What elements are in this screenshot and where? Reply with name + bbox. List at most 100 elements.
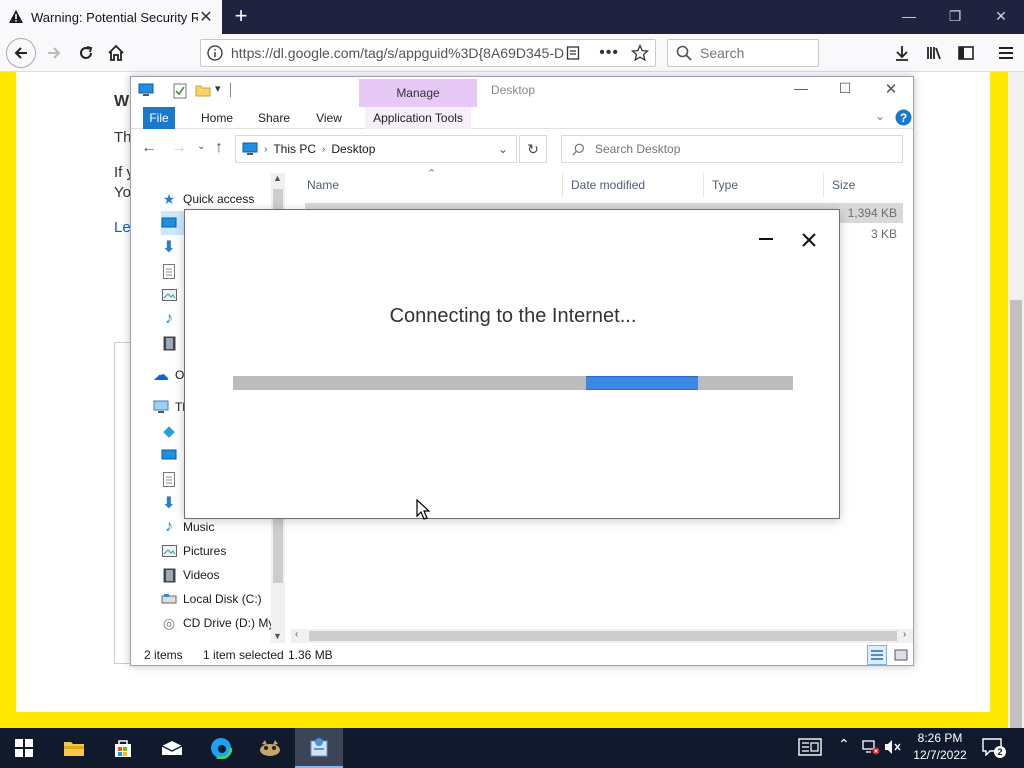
recent-locations-icon[interactable]: ⌄ — [197, 141, 205, 152]
film-icon — [161, 335, 177, 351]
nav-local-disk-label: Local Disk (C:) — [183, 592, 262, 606]
close-window-icon[interactable]: ✕ — [986, 5, 1016, 27]
expand-ribbon-icon[interactable]: ⌄ — [875, 109, 885, 123]
taskbar-mail[interactable] — [148, 728, 196, 768]
new-tab-icon[interactable]: + — [230, 4, 252, 30]
browser-nav-bar: https://dl.google.com/tag/s/appguid%3D{8… — [0, 34, 1024, 72]
explorer-back-icon[interactable]: ← — [141, 139, 157, 157]
reader-view-icon[interactable] — [565, 45, 581, 61]
explorer-close-icon[interactable]: ✕ — [881, 80, 901, 100]
taskbar-app-cat[interactable] — [246, 728, 294, 768]
dialog-close-icon[interactable] — [801, 232, 817, 248]
properties-icon[interactable] — [173, 83, 187, 99]
volume-muted-icon[interactable] — [884, 739, 902, 758]
cd-drive-icon: ◎ — [162, 614, 176, 631]
browser-tab[interactable]: Warning: Potential Security Risk Ahead ✕ — [0, 0, 222, 34]
help-icon[interactable]: ? — [895, 109, 912, 126]
taskbar-clock[interactable]: 8:26 PM 12/7/2022 — [908, 730, 972, 766]
explorer-search-input[interactable] — [595, 142, 875, 156]
ribbon-tab-view[interactable]: View — [309, 107, 349, 129]
reload-icon — [80, 46, 93, 59]
breadcrumb-desktop[interactable]: Desktop — [331, 142, 375, 156]
url-bar[interactable]: https://dl.google.com/tag/s/appguid%3D{8… — [200, 39, 656, 67]
dialog-status-message: Connecting to the Internet... — [389, 305, 637, 327]
explorer-forward-icon[interactable]: → — [171, 139, 187, 157]
close-tab-icon[interactable]: ✕ — [198, 7, 214, 27]
taskbar-edge[interactable] — [197, 728, 245, 768]
url-text[interactable]: https://dl.google.com/tag/s/appguid%3D{8… — [223, 45, 565, 61]
scroll-left-icon[interactable]: ‹ — [295, 629, 298, 640]
learn-more-link[interactable]: Le — [114, 219, 131, 236]
large-icons-view-button[interactable] — [891, 645, 911, 665]
bookmark-star-icon[interactable] — [631, 44, 649, 62]
show-hidden-icons-icon[interactable]: ⌃ — [838, 736, 850, 753]
scroll-up-icon[interactable]: ▲ — [273, 173, 282, 183]
explorer-minimize-icon[interactable]: — — [791, 80, 811, 100]
refresh-button[interactable]: ↻ — [519, 135, 547, 163]
minimize-icon[interactable]: — — [894, 5, 924, 27]
downloads-button[interactable] — [888, 39, 916, 67]
explorer-title-bar: ▾ Manage Desktop — ☐ ✕ — [131, 77, 913, 107]
start-button[interactable] — [0, 728, 48, 768]
new-folder-icon[interactable] — [195, 83, 211, 97]
film-icon — [161, 567, 177, 583]
column-type[interactable]: Type — [704, 173, 824, 197]
page-actions-icon[interactable]: ••• — [599, 44, 619, 62]
network-icon[interactable] — [862, 739, 880, 758]
ribbon-tab-application-tools[interactable]: Application Tools — [365, 107, 471, 129]
clock-time: 8:26 PM — [917, 731, 963, 745]
back-button[interactable] — [6, 38, 36, 68]
scroll-down-icon[interactable]: ▼ — [273, 631, 282, 641]
scroll-right-icon[interactable]: › — [903, 629, 906, 640]
search-icon — [676, 45, 692, 61]
address-dropdown-icon[interactable]: ⌄ — [498, 142, 508, 156]
taskbar-installer-active[interactable] — [295, 728, 343, 768]
breadcrumb-this-pc[interactable]: This PC — [273, 142, 316, 156]
ribbon-tab-file[interactable]: File — [143, 107, 175, 129]
address-bar[interactable]: › This PC › Desktop ⌄ — [235, 135, 517, 163]
desktop-icon — [161, 447, 177, 463]
details-view-button[interactable] — [867, 645, 887, 665]
taskbar-store[interactable] — [99, 728, 147, 768]
refresh-icon: ↻ — [527, 140, 539, 157]
reload-button[interactable] — [72, 39, 100, 67]
menu-button[interactable] — [992, 39, 1020, 67]
manage-contextual-tab[interactable]: Manage — [359, 79, 477, 107]
music-note-icon: ♪ — [165, 518, 173, 535]
sort-ascending-icon: ⌃ — [427, 168, 437, 180]
up-folder-icon[interactable]: ↑ — [215, 139, 223, 157]
forward-arrow-icon — [48, 47, 61, 59]
download-icon — [896, 46, 908, 61]
horizontal-scrollbar-thumb[interactable] — [309, 631, 897, 641]
browser-search-box[interactable] — [667, 39, 819, 67]
sidebar-button[interactable] — [952, 39, 980, 67]
notifications-button[interactable]: 2 — [982, 738, 1006, 758]
document-icon — [161, 263, 177, 279]
info-icon[interactable] — [207, 45, 223, 61]
ribbon-tab-home[interactable]: Home — [195, 107, 239, 129]
installer-icon — [310, 738, 328, 757]
action-center-news-icon[interactable] — [798, 738, 822, 759]
column-date-modified[interactable]: Date modified — [563, 173, 704, 197]
column-size[interactable]: Size — [824, 173, 904, 197]
dialog-minimize-button[interactable] — [755, 238, 777, 242]
explorer-status-bar: 2 items 1 item selected 1.36 MB — [131, 645, 913, 665]
browser-search-input[interactable] — [700, 45, 810, 61]
file-list-horizontal-scrollbar[interactable]: ‹ › — [291, 629, 913, 643]
cloud-icon: ☁ — [153, 367, 169, 384]
explorer-search-box[interactable] — [561, 135, 903, 163]
quick-access-toolbar-dropdown-icon[interactable]: ▾ — [215, 82, 221, 95]
explorer-maximize-icon[interactable]: ☐ — [835, 80, 855, 100]
cat-app-icon — [260, 740, 280, 756]
pictures-icon — [161, 287, 177, 303]
this-pc-icon — [138, 83, 154, 96]
restore-icon[interactable]: ❐ — [940, 5, 970, 27]
library-button[interactable] — [920, 39, 948, 67]
ribbon-tab-share[interactable]: Share — [253, 107, 295, 129]
page-scrollbar[interactable] — [1008, 72, 1024, 768]
taskbar-file-explorer[interactable] — [50, 728, 98, 768]
home-button[interactable] — [102, 39, 130, 67]
page-scrollbar-thumb[interactable] — [1010, 300, 1022, 768]
clock-date: 12/7/2022 — [913, 748, 967, 762]
forward-button[interactable] — [40, 39, 68, 67]
